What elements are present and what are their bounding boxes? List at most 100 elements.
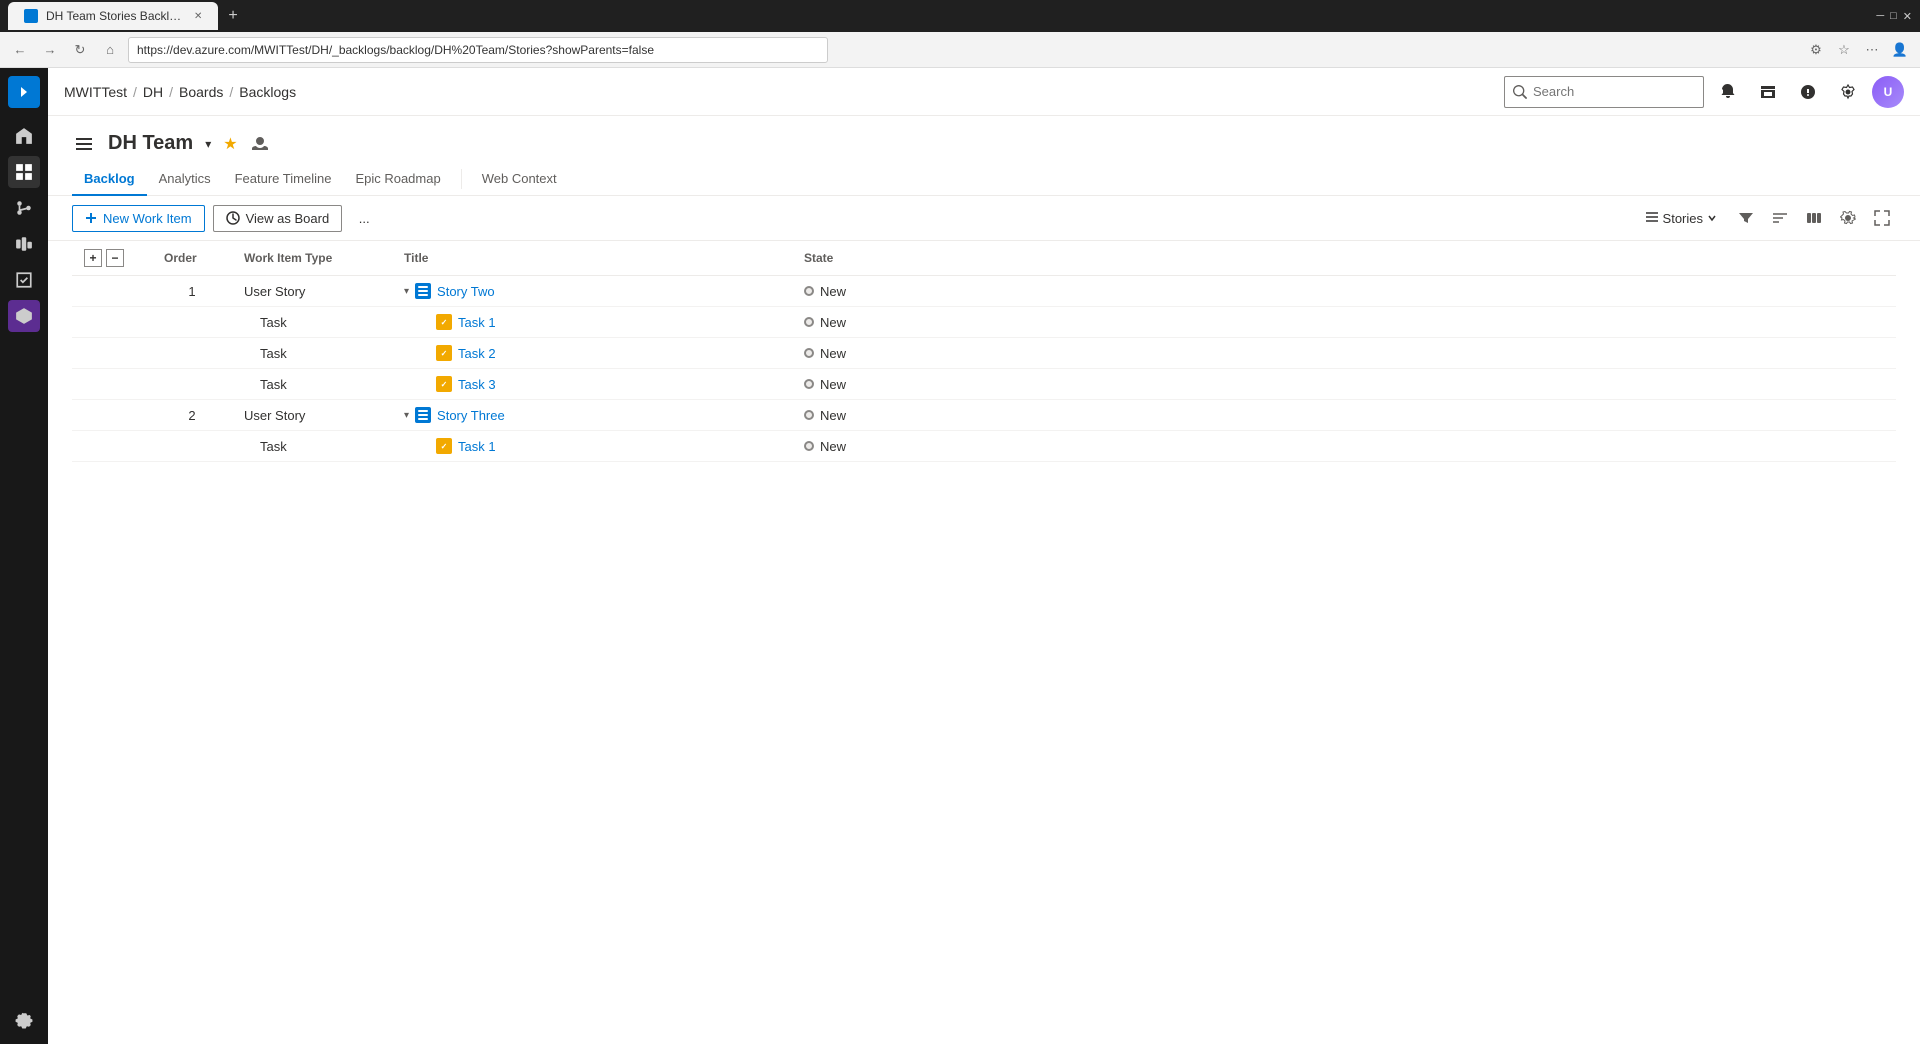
col-title-header: Title bbox=[392, 241, 792, 276]
navigation-toggle[interactable] bbox=[72, 134, 96, 154]
column-options-button[interactable] bbox=[1800, 204, 1828, 232]
filter-button[interactable] bbox=[1732, 204, 1760, 232]
main-content: MWITTest / DH / Boards / Backlogs bbox=[48, 116, 1920, 1044]
col-order-header: Order bbox=[152, 241, 232, 276]
table-header-row: + − Order Work Item Type Title State bbox=[72, 241, 1896, 276]
expand-all-button[interactable]: + bbox=[84, 249, 102, 267]
row-title-text[interactable]: Story Two bbox=[437, 284, 495, 299]
sidebar-item-artifacts[interactable] bbox=[8, 300, 40, 332]
title-content: ✓ Task 1 bbox=[404, 314, 780, 330]
browser-more-icon[interactable]: ⋯ bbox=[1860, 38, 1884, 62]
view-as-board-button[interactable]: View as Board bbox=[213, 205, 343, 232]
row-order bbox=[152, 338, 232, 369]
row-type: User Story bbox=[232, 276, 392, 307]
home-button[interactable]: ⌂ bbox=[98, 38, 122, 62]
row-state-cell: New bbox=[792, 431, 952, 462]
state-label: New bbox=[820, 408, 846, 423]
tab-backlog[interactable]: Backlog bbox=[72, 163, 147, 196]
browser-tab[interactable]: DH Team Stories Backlog - Boa... ✕ bbox=[8, 2, 218, 30]
row-type: User Story bbox=[232, 400, 392, 431]
row-title-cell: ✓ Task 1 bbox=[392, 307, 792, 338]
row-title-text[interactable]: Task 1 bbox=[458, 439, 496, 454]
window-maximize[interactable]: □ bbox=[1890, 10, 1897, 22]
new-work-item-button[interactable]: New Work Item bbox=[72, 205, 205, 232]
settings-button[interactable] bbox=[1834, 204, 1862, 232]
row-collapse-icon[interactable]: ▾ bbox=[404, 410, 409, 421]
title-content: ✓ Task 1 bbox=[404, 438, 780, 454]
row-title-text[interactable]: Task 3 bbox=[458, 377, 496, 392]
state-content: New bbox=[804, 377, 940, 392]
rail-bottom bbox=[8, 1004, 40, 1036]
table-row: Task ✓ Task 3 bbox=[72, 369, 1896, 400]
page-tabs: Backlog Analytics Feature Timeline Epic … bbox=[48, 155, 1920, 196]
address-bar[interactable]: https://dev.azure.com/MWITTest/DH/_backl… bbox=[128, 37, 828, 63]
item-type-cell: Task bbox=[244, 315, 380, 330]
window-close[interactable]: ✕ bbox=[1903, 10, 1912, 23]
tab-feature-timeline[interactable]: Feature Timeline bbox=[223, 163, 344, 196]
sidebar-item-testplans[interactable] bbox=[8, 264, 40, 296]
row-state-cell: New bbox=[792, 369, 952, 400]
row-expand-cell bbox=[72, 307, 152, 338]
state-label: New bbox=[820, 284, 846, 299]
title-content: ▾ Story Two bbox=[404, 283, 780, 299]
board-icon bbox=[226, 211, 240, 225]
refresh-button[interactable]: ↻ bbox=[68, 38, 92, 62]
state-content: New bbox=[804, 346, 940, 361]
bookmark-icon[interactable]: ☆ bbox=[1832, 38, 1856, 62]
tab-analytics[interactable]: Analytics bbox=[147, 163, 223, 196]
row-title-text[interactable]: Task 1 bbox=[458, 315, 496, 330]
team-favorite-icon[interactable]: ★ bbox=[223, 134, 237, 154]
item-type-cell: Task bbox=[244, 439, 380, 454]
state-indicator bbox=[804, 379, 814, 389]
team-name[interactable]: DH Team bbox=[108, 132, 193, 155]
row-title-text[interactable]: Task 2 bbox=[458, 346, 496, 361]
task-icon: ✓ bbox=[436, 345, 452, 361]
back-button[interactable]: ← bbox=[8, 38, 32, 62]
user-profile-icon[interactable]: 👤 bbox=[1888, 38, 1912, 62]
stories-label: Stories bbox=[1663, 211, 1703, 226]
row-title-cell: ✓ Task 1 bbox=[392, 431, 792, 462]
table-row: Task ✓ Task 1 bbox=[72, 431, 1896, 462]
forward-button[interactable]: → bbox=[38, 38, 62, 62]
row-extra bbox=[952, 431, 1896, 462]
team-members-icon[interactable] bbox=[250, 134, 270, 154]
task-icon: ✓ bbox=[436, 314, 452, 330]
sidebar-item-overview[interactable] bbox=[8, 120, 40, 152]
row-title-cell: ✓ Task 2 bbox=[392, 338, 792, 369]
tab-web-context[interactable]: Web Context bbox=[470, 163, 569, 196]
extensions-icon[interactable]: ⚙ bbox=[1804, 38, 1828, 62]
collapse-all-button[interactable]: − bbox=[106, 249, 124, 267]
sidebar-item-settings[interactable] bbox=[8, 1004, 40, 1036]
col-state-header: State bbox=[792, 241, 952, 276]
fullscreen-button[interactable] bbox=[1868, 204, 1896, 232]
team-chevron-icon[interactable]: ▾ bbox=[205, 137, 211, 151]
fullscreen-icon bbox=[1874, 210, 1890, 226]
task-type-label: Task bbox=[260, 377, 287, 392]
sidebar-item-pipelines[interactable] bbox=[8, 228, 40, 260]
sidebar-item-boards[interactable] bbox=[8, 156, 40, 188]
title-content: ▾ Story Three bbox=[404, 407, 780, 423]
row-title-text[interactable]: Story Three bbox=[437, 408, 505, 423]
settings-icon bbox=[1840, 210, 1856, 226]
row-collapse-icon[interactable]: ▾ bbox=[404, 286, 409, 297]
window-minimize[interactable]: ─ bbox=[1876, 10, 1884, 22]
backlog-table: + − Order Work Item Type Title State bbox=[72, 241, 1896, 462]
sidebar-item-repos[interactable] bbox=[8, 192, 40, 224]
group-by-button[interactable] bbox=[1766, 204, 1794, 232]
row-extra bbox=[952, 400, 1896, 431]
new-tab-button[interactable]: + bbox=[228, 7, 237, 25]
stories-dropdown[interactable]: Stories bbox=[1636, 206, 1726, 231]
columns-icon bbox=[1806, 210, 1822, 226]
row-extra bbox=[952, 276, 1896, 307]
row-state-cell: New bbox=[792, 338, 952, 369]
task-type-label: Task bbox=[260, 346, 287, 361]
azure-devops-logo[interactable] bbox=[8, 76, 40, 108]
row-type: Task bbox=[232, 307, 392, 338]
tab-close-button[interactable]: ✕ bbox=[194, 11, 202, 22]
tab-epic-roadmap[interactable]: Epic Roadmap bbox=[343, 163, 452, 196]
more-options-button[interactable]: ... bbox=[350, 204, 378, 232]
item-type-cell: Task bbox=[244, 346, 380, 361]
row-order bbox=[152, 369, 232, 400]
row-state-cell: New bbox=[792, 307, 952, 338]
row-expand-cell bbox=[72, 431, 152, 462]
